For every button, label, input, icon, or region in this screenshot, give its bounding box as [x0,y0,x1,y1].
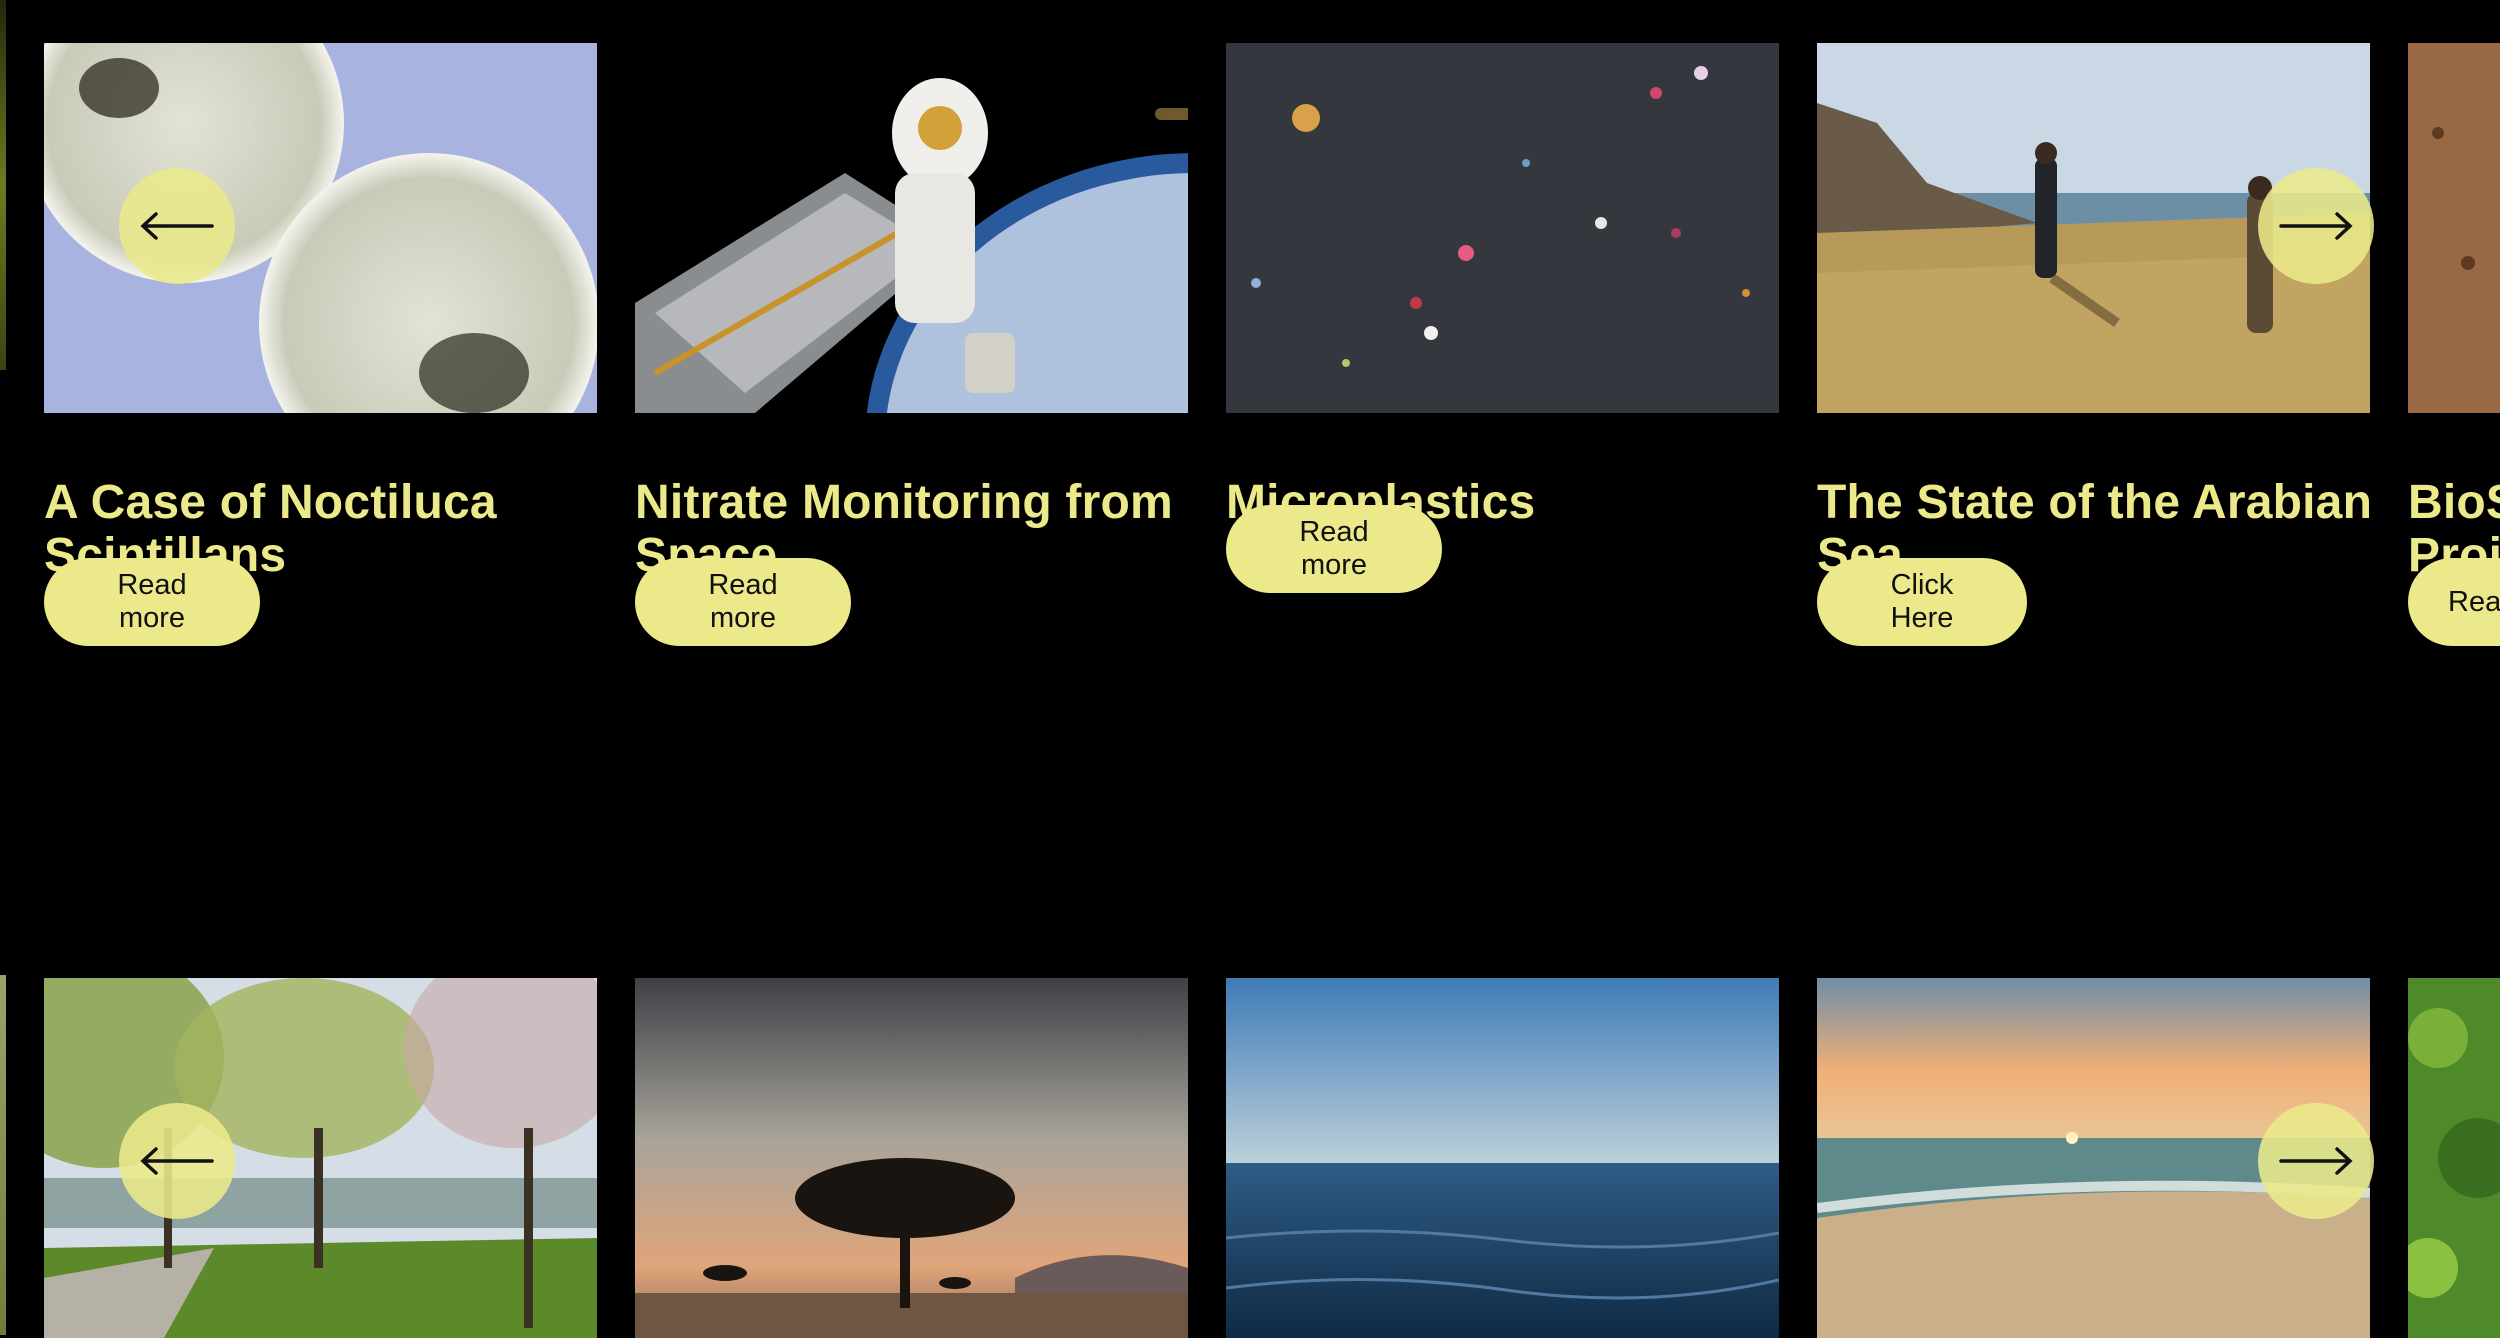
carousel-next-button[interactable] [2258,168,2374,284]
previous-card-sliver [0,0,6,370]
arrow-left-icon [140,1147,214,1175]
articles-carousel: A Case of Noctiluca Scintillans Read mor… [0,0,2500,700]
previous-card-sliver [0,975,6,1335]
read-more-button[interactable]: Read more [1226,505,1442,593]
click-here-button[interactable]: Click Here [1817,558,2027,646]
article-card: BioS Proj Rea [2408,43,2500,653]
arrow-right-icon [2279,1147,2353,1175]
arrow-right-icon [2279,212,2353,240]
open-ocean-image[interactable] [1226,978,1779,1338]
carousel-next-button[interactable] [2258,1103,2374,1219]
carousel-prev-button[interactable] [119,168,235,284]
acacia-sunset-image[interactable] [635,978,1188,1338]
soil-image[interactable] [2408,43,2500,413]
read-more-button[interactable]: Rea [2408,558,2500,646]
astronaut-space-station-image[interactable] [635,43,1188,413]
carousel-prev-button[interactable] [119,1103,235,1219]
arrow-left-icon [140,212,214,240]
microplastics-sand-image[interactable] [1226,43,1779,413]
read-more-button[interactable]: Read more [635,558,851,646]
gallery-carousel [0,975,2500,1338]
read-more-button[interactable]: Read more [44,558,260,646]
forest-aerial-image[interactable] [2408,978,2500,1338]
card-title-line: BioS [2408,476,2500,529]
